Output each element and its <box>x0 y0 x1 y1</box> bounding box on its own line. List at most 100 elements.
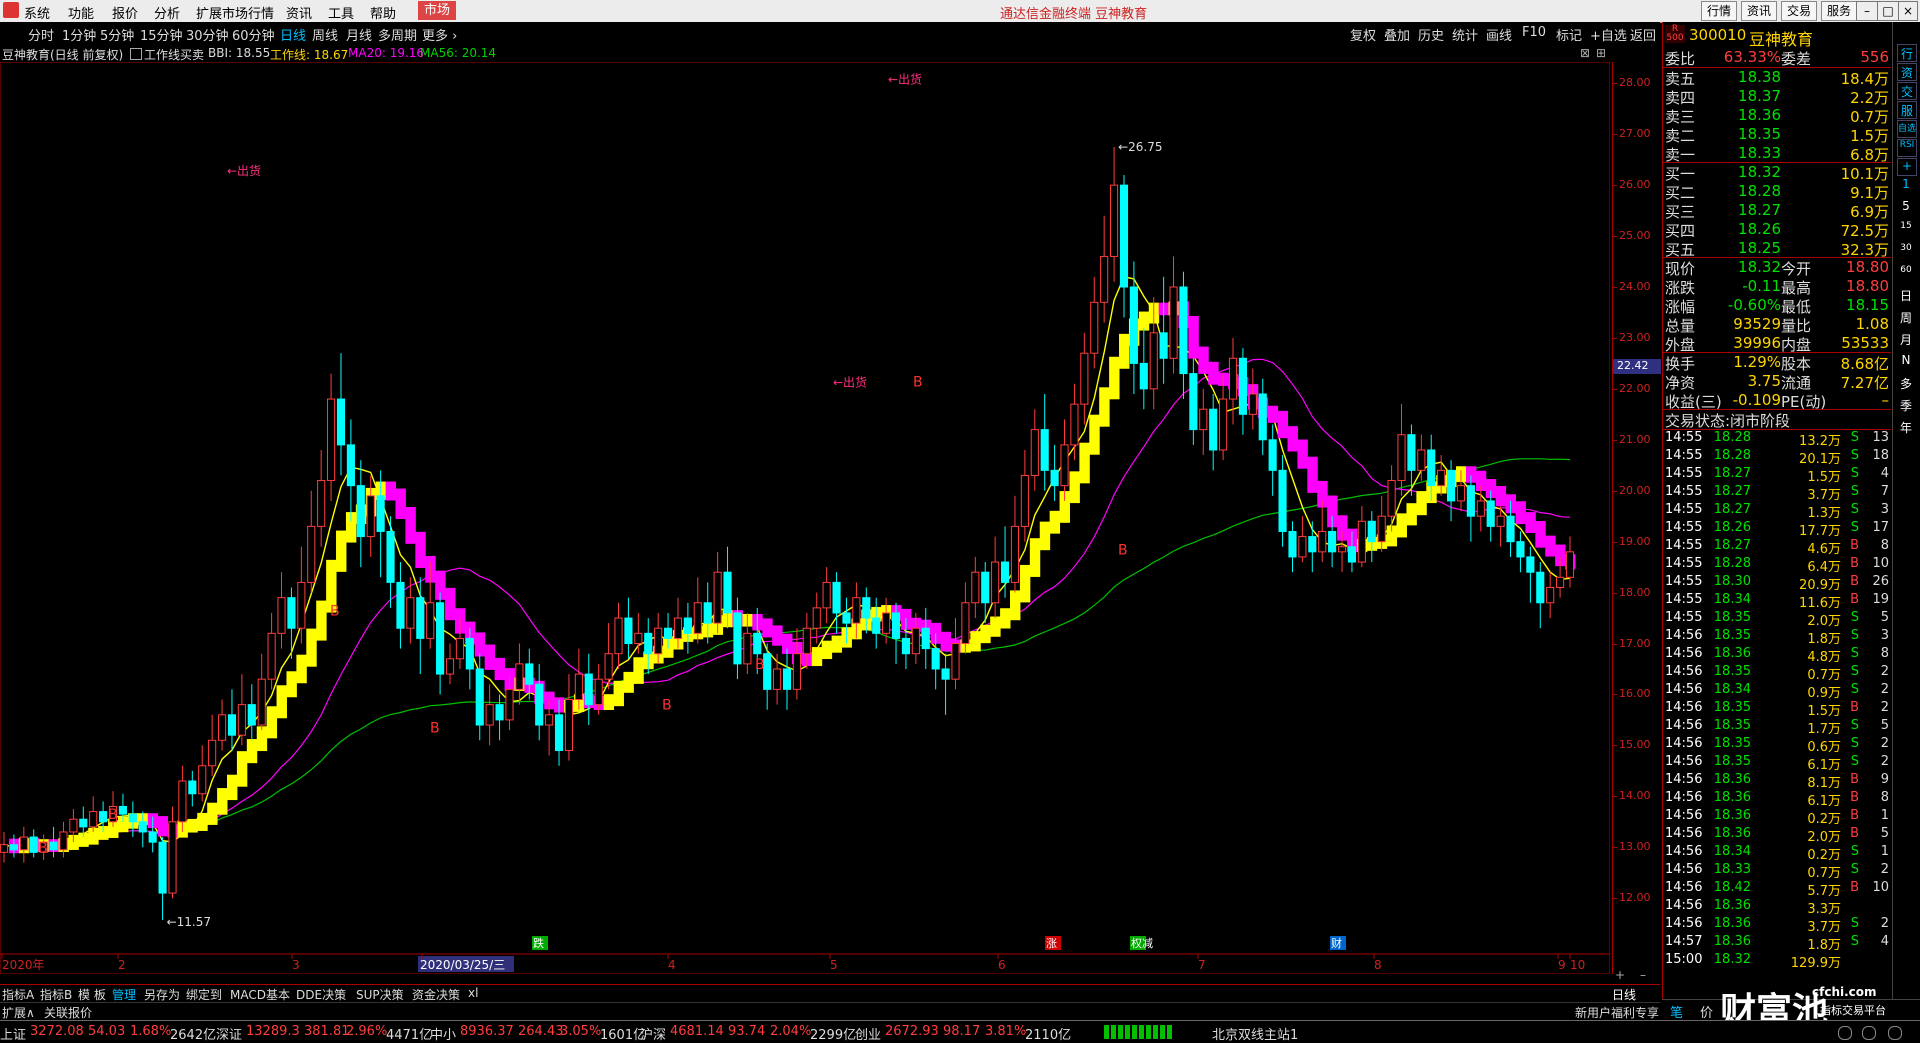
min5-icon[interactable]: 5 <box>1897 199 1915 215</box>
top-btn-quote[interactable]: 行情 <box>1701 1 1738 21</box>
menu-analysis[interactable]: 分析 <box>154 3 180 22</box>
chat-icon[interactable] <box>1838 1026 1852 1040</box>
user-icon[interactable] <box>1862 1026 1876 1040</box>
tab-indicator-b[interactable]: 指标B <box>40 986 72 1003</box>
tab-bind-to[interactable]: 绑定到 <box>186 986 222 1003</box>
period-multi[interactable]: 多周期 <box>378 25 417 44</box>
stat-row[interactable]: 总量 93529 量比 1.08 <box>1663 315 1891 335</box>
bid-row[interactable]: 买四 18.26 72.5万 <box>1663 220 1891 240</box>
trade-icon[interactable]: 交 <box>1897 82 1917 100</box>
tab-jia[interactable]: 价 <box>1700 1002 1713 1021</box>
period-more[interactable]: 更多 › <box>422 25 457 44</box>
top-btn-trade[interactable]: 交易 <box>1781 1 1818 21</box>
tool-stats[interactable]: 统计 <box>1452 25 1478 44</box>
ask-row[interactable]: 卖二 18.35 1.5万 <box>1663 125 1891 145</box>
period-15min[interactable]: 15分钟 <box>140 25 183 44</box>
service-icon[interactable]: 服 <box>1897 101 1917 119</box>
ask-row[interactable]: 卖三 18.36 0.7万 <box>1663 106 1891 126</box>
tool-history[interactable]: 历史 <box>1418 25 1444 44</box>
tab-bi[interactable]: 笔 <box>1670 1002 1683 1021</box>
tool-add-favorite[interactable]: +自选 <box>1590 25 1627 44</box>
quarter-icon[interactable]: 季 <box>1897 397 1915 413</box>
menu-system[interactable]: 系统 <box>24 3 50 22</box>
tab-dde[interactable]: DDE决策 <box>296 986 346 1003</box>
ask-row[interactable]: 卖四 18.37 2.2万 <box>1663 87 1891 107</box>
stat-row[interactable]: 外盘 39996 内盘 53533 <box>1663 334 1891 354</box>
top-btn-news[interactable]: 资讯 <box>1741 1 1778 21</box>
tool-f10[interactable]: F10 <box>1522 25 1546 40</box>
period-30min[interactable]: 30分钟 <box>186 25 229 44</box>
related-quote-link[interactable]: 关联报价 <box>44 1004 92 1021</box>
tool-draw[interactable]: 画线 <box>1486 25 1512 44</box>
tab-xl[interactable]: xl <box>468 986 478 1000</box>
ask-row[interactable]: 卖五 18.38 18.4万 <box>1663 68 1891 88</box>
stat-row[interactable]: 涨幅 -0.60% 最低 18.15 <box>1663 296 1891 316</box>
menu-news[interactable]: 资讯 <box>286 3 312 22</box>
n-icon[interactable]: N <box>1897 353 1915 369</box>
period-monthly[interactable]: 月线 <box>346 25 372 44</box>
menu-quote[interactable]: 报价 <box>112 3 138 22</box>
new-user-promo-link[interactable]: 新用户福利专享 <box>1575 1004 1659 1021</box>
ask-row[interactable]: 卖一 18.33 6.8万 <box>1663 144 1891 164</box>
year-icon[interactable]: 年 <box>1897 419 1915 435</box>
period-5min[interactable]: 5分钟 <box>100 25 134 44</box>
tab-manage[interactable]: 管理 <box>112 986 136 1003</box>
settings-icon[interactable] <box>1888 1026 1902 1040</box>
maximize-icon[interactable]: □ <box>1877 1 1899 21</box>
period-fenshi[interactable]: 分时 <box>28 25 54 44</box>
tab-save-as[interactable]: 另存为 <box>144 986 180 1003</box>
close-icon[interactable]: × <box>1898 1 1918 21</box>
top-btn-service[interactable]: 服务 <box>1821 1 1858 21</box>
weibi-row[interactable]: 委比 63.33% 委差 556 <box>1663 48 1891 68</box>
stat-row[interactable]: 换手 1.29% 股本 8.68亿 <box>1663 353 1891 373</box>
multi-icon[interactable]: 多 <box>1897 375 1915 391</box>
kline-chart[interactable]: ←26.75 ←11.57 ←出货 ←出货 ←出货 B B B B B B B B 2020年 2 3 2020… <box>0 62 1610 974</box>
bid-row[interactable]: 买一 18.32 10.1万 <box>1663 163 1891 183</box>
week-icon[interactable]: 周 <box>1897 309 1915 325</box>
menu-ext-market[interactable]: 扩展市场行情 <box>196 3 274 22</box>
rsi-icon[interactable]: RSI <box>1897 139 1917 157</box>
bid-row[interactable]: 买二 18.28 9.1万 <box>1663 182 1891 202</box>
menu-market[interactable]: 市场 <box>418 1 457 20</box>
period-weekly[interactable]: 周线 <box>312 25 338 44</box>
menu-tools[interactable]: 工具 <box>328 3 354 22</box>
min30-icon[interactable]: 30 <box>1897 243 1915 259</box>
tab-template[interactable]: 模 板 <box>78 986 106 1003</box>
tab-indicator-a[interactable]: 指标A <box>2 986 34 1003</box>
trade-status-row[interactable]: 交易状态:闭市阶段 <box>1663 410 1891 430</box>
minimize-icon[interactable]: – <box>1856 1 1878 21</box>
period-60min[interactable]: 60分钟 <box>232 25 275 44</box>
indicator-name[interactable]: 工作线买卖 <box>144 46 204 63</box>
day-icon[interactable]: 日 <box>1897 287 1915 303</box>
zoom-in-icon[interactable]: + <box>1615 968 1625 982</box>
menu-function[interactable]: 功能 <box>68 3 94 22</box>
market-icon[interactable]: 行 <box>1897 44 1917 62</box>
bid-row[interactable]: 买三 18.27 6.9万 <box>1663 201 1891 221</box>
bid-row[interactable]: 买五 18.25 32.3万 <box>1663 239 1891 259</box>
period-1min[interactable]: 1分钟 <box>62 25 96 44</box>
stat-row[interactable]: 净资 3.75 流通 7.27亿 <box>1663 372 1891 392</box>
stat-row[interactable]: 现价 18.32 今开 18.80 <box>1663 258 1891 278</box>
month-icon[interactable]: 月 <box>1897 331 1915 347</box>
stat-row[interactable]: 收益(三) -0.109 PE(动) – <box>1663 391 1891 411</box>
favorite-icon[interactable]: 自选 <box>1897 120 1917 138</box>
tool-back[interactable]: 返回 <box>1630 25 1656 44</box>
plus-icon[interactable]: + <box>1897 158 1917 176</box>
tool-overlay[interactable]: 叠加 <box>1384 25 1410 44</box>
tab-macd[interactable]: MACD基本 <box>230 986 290 1003</box>
tab-fund[interactable]: 资金决策 <box>412 986 460 1003</box>
min60-icon[interactable]: 60 <box>1897 265 1915 281</box>
server-name[interactable]: 北京双线主站1 <box>1212 1024 1298 1043</box>
period-daily[interactable]: 日线 <box>280 25 306 44</box>
chart-close-icon[interactable]: ⊠ <box>1580 46 1590 60</box>
news-icon[interactable]: 资 <box>1897 63 1917 81</box>
menu-help[interactable]: 帮助 <box>370 3 396 22</box>
tool-restore-right[interactable]: 复权 <box>1350 25 1376 44</box>
chart-expand-icon[interactable]: ⊞ <box>1596 46 1606 60</box>
indicator-settings-icon[interactable] <box>130 48 142 60</box>
expand-toggle[interactable]: 扩展∧ <box>2 1004 35 1021</box>
min15-icon[interactable]: 15 <box>1897 221 1915 237</box>
tool-mark[interactable]: 标记 <box>1556 25 1582 44</box>
stat-row[interactable]: 涨跌 -0.11 最高 18.80 <box>1663 277 1891 297</box>
min1-icon[interactable]: 1 <box>1897 177 1915 193</box>
